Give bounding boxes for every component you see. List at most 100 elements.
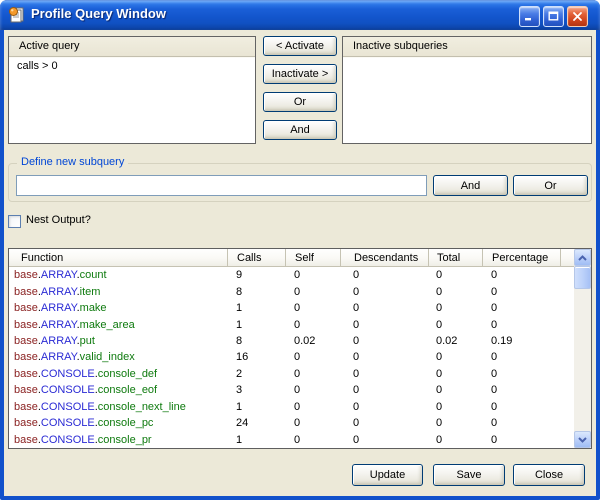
table-row[interactable]: base.ARRAY.count90000: [9, 267, 574, 283]
function-name: base.ARRAY.item: [9, 286, 227, 298]
table-rows: base.ARRAY.count90000base.ARRAY.item8000…: [9, 267, 574, 448]
subquery-or-button[interactable]: Or: [513, 175, 588, 196]
profile-table: Function Calls Self Descendants Total Pe…: [8, 248, 592, 449]
inactive-subqueries-header[interactable]: Inactive subqueries: [343, 37, 591, 57]
cell-calls: 3: [227, 384, 285, 396]
cell-percentage: 0: [482, 286, 560, 298]
table-row[interactable]: base.ARRAY.make_area10000: [9, 316, 574, 332]
column-header-self[interactable]: Self: [285, 249, 340, 266]
cell-total: 0: [428, 269, 482, 281]
cell-percentage: 0: [482, 368, 560, 380]
cell-total: 0: [428, 302, 482, 314]
table-row[interactable]: base.ARRAY.valid_index160000: [9, 349, 574, 365]
cell-self: 0: [285, 319, 340, 331]
cell-calls: 1: [227, 434, 285, 446]
cell-total: 0: [428, 368, 482, 380]
table-row[interactable]: base.ARRAY.item80000: [9, 283, 574, 299]
cell-descendants: 0: [340, 384, 428, 396]
column-header-percentage[interactable]: Percentage: [482, 249, 560, 266]
table-row[interactable]: base.CONSOLE.console_eof30000: [9, 382, 574, 398]
cell-self: 0: [285, 368, 340, 380]
define-subquery-label: Define new subquery: [17, 156, 128, 168]
cell-calls: 1: [227, 302, 285, 314]
cell-descendants: 0: [340, 302, 428, 314]
function-name: base.ARRAY.make: [9, 302, 227, 314]
active-query-header[interactable]: Active query: [9, 37, 255, 57]
function-name: base.CONSOLE.console_pc: [9, 417, 227, 429]
inactivate-button[interactable]: Inactivate >: [263, 64, 337, 84]
cell-descendants: 0: [340, 319, 428, 331]
nest-output-checkbox[interactable]: [8, 215, 21, 228]
cell-self: 0: [285, 434, 340, 446]
function-name: base.ARRAY.put: [9, 335, 227, 347]
cell-calls: 1: [227, 401, 285, 413]
active-query-list[interactable]: calls > 0: [9, 57, 255, 72]
subquery-and-button[interactable]: And: [433, 175, 508, 196]
table-header: Function Calls Self Descendants Total Pe…: [9, 249, 574, 267]
cell-percentage: 0.19: [482, 335, 560, 347]
function-name: base.ARRAY.make_area: [9, 319, 227, 331]
query-item[interactable]: calls > 0: [9, 57, 255, 72]
cell-percentage: 0: [482, 401, 560, 413]
cell-descendants: 0: [340, 351, 428, 363]
subquery-input[interactable]: [16, 175, 427, 196]
cell-percentage: 0: [482, 319, 560, 331]
column-header-filler: [560, 249, 574, 266]
or-transfer-button[interactable]: Or: [263, 92, 337, 112]
cell-percentage: 0: [482, 302, 560, 314]
cell-self: 0: [285, 269, 340, 281]
column-header-calls[interactable]: Calls: [227, 249, 285, 266]
cell-percentage: 0: [482, 269, 560, 281]
cell-percentage: 0: [482, 384, 560, 396]
client-area: Active query calls > 0 < Activate Inacti…: [4, 30, 596, 496]
close-icon[interactable]: [567, 6, 588, 27]
cell-descendants: 0: [340, 401, 428, 413]
table-row[interactable]: base.CONSOLE.console_pr10000: [9, 431, 574, 447]
nest-output-label: Nest Output?: [26, 214, 91, 226]
vertical-scrollbar[interactable]: [574, 249, 591, 448]
title-bar[interactable]: Profile Query Window: [0, 0, 600, 30]
cell-total: 0: [428, 384, 482, 396]
cell-descendants: 0: [340, 434, 428, 446]
save-button[interactable]: Save: [433, 464, 505, 486]
activate-button[interactable]: < Activate: [263, 36, 337, 56]
function-name: base.ARRAY.valid_index: [9, 351, 227, 363]
cell-self: 0: [285, 351, 340, 363]
function-name: base.CONSOLE.console_pr: [9, 434, 227, 446]
cell-total: 0.02: [428, 335, 482, 347]
cell-self: 0: [285, 417, 340, 429]
scroll-up-icon[interactable]: [574, 249, 591, 266]
cell-total: 0: [428, 417, 482, 429]
close-button[interactable]: Close: [513, 464, 585, 486]
table-row[interactable]: base.CONSOLE.console_pc240000: [9, 415, 574, 431]
cell-percentage: 0: [482, 434, 560, 446]
table-row[interactable]: base.CONSOLE.console_def20000: [9, 366, 574, 382]
column-header-descendants[interactable]: Descendants: [340, 249, 428, 266]
cell-self: 0.02: [285, 335, 340, 347]
function-name: base.CONSOLE.console_def: [9, 368, 227, 380]
table-row[interactable]: base.ARRAY.put80.0200.020.19: [9, 333, 574, 349]
cell-calls: 9: [227, 269, 285, 281]
scroll-down-icon[interactable]: [574, 431, 591, 448]
function-name: base.CONSOLE.console_eof: [9, 384, 227, 396]
cell-total: 0: [428, 434, 482, 446]
window-icon: [8, 6, 25, 23]
cell-calls: 16: [227, 351, 285, 363]
cell-percentage: 0: [482, 351, 560, 363]
cell-calls: 8: [227, 286, 285, 298]
window-title: Profile Query Window: [31, 6, 166, 21]
table-row[interactable]: base.CONSOLE.console_next_line10000: [9, 399, 574, 415]
scrollbar-thumb[interactable]: [574, 266, 591, 289]
cell-self: 0: [285, 302, 340, 314]
minimize-button[interactable]: [519, 6, 540, 27]
cell-descendants: 0: [340, 335, 428, 347]
function-name: base.CONSOLE.console_next_line: [9, 401, 227, 413]
cell-descendants: 0: [340, 417, 428, 429]
table-row[interactable]: base.ARRAY.make10000: [9, 300, 574, 316]
column-header-total[interactable]: Total: [428, 249, 482, 266]
maximize-button[interactable]: [543, 6, 564, 27]
and-transfer-button[interactable]: And: [263, 120, 337, 140]
column-header-function[interactable]: Function: [9, 249, 227, 266]
cell-total: 0: [428, 401, 482, 413]
update-button[interactable]: Update: [352, 464, 423, 486]
